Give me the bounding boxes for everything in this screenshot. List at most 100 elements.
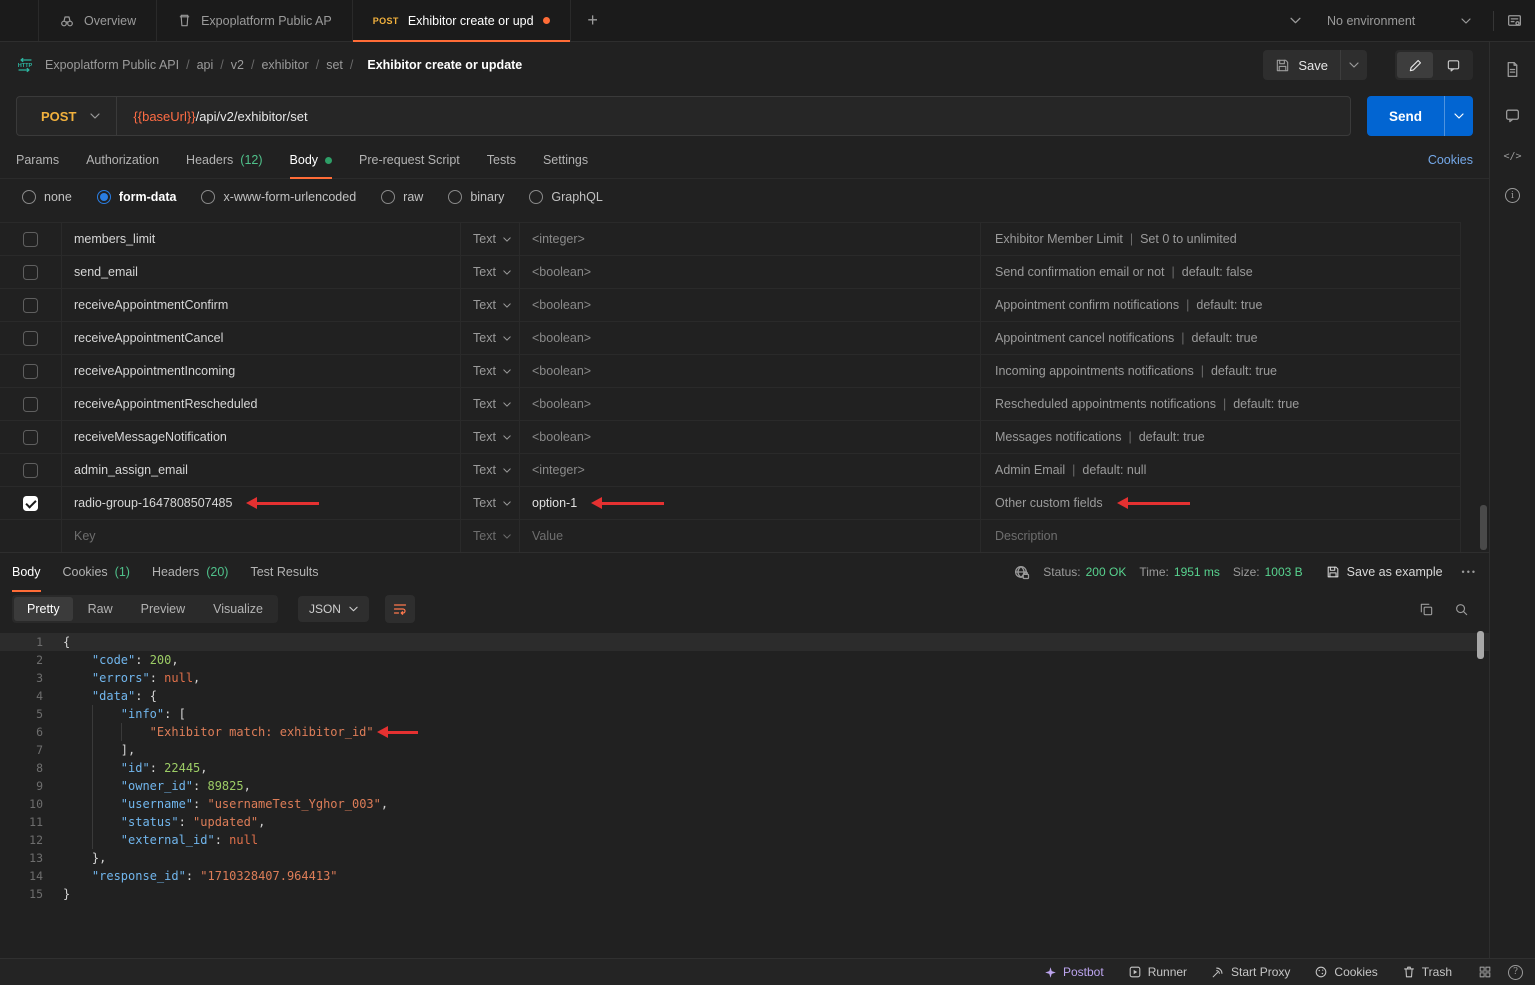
tab-overview[interactable]: Overview [38, 0, 157, 41]
collapse-chevron-icon[interactable] [1290, 17, 1301, 24]
row-value-field[interactable]: <integer> [520, 454, 981, 486]
globe-lock-icon[interactable] [1013, 564, 1030, 581]
row-checkbox[interactable] [23, 496, 38, 511]
row-value-field[interactable]: option-1 [520, 487, 981, 519]
row-checkbox[interactable] [23, 265, 38, 280]
row-description-field[interactable]: Incoming appointments notifications|defa… [981, 355, 1461, 387]
search-icon[interactable] [1454, 602, 1469, 617]
row-checkbox[interactable] [23, 232, 38, 247]
status-indicator[interactable]: Status:200 OK [1043, 565, 1126, 579]
form-data-row[interactable]: members_limit Text <integer> Exhibitor M… [0, 222, 1461, 255]
method-select-label[interactable]: POST [17, 109, 90, 124]
tab-headers[interactable]: Headers(12) [186, 142, 262, 178]
row-type-select[interactable]: Text [461, 454, 520, 486]
send-button[interactable]: Send [1367, 96, 1444, 136]
row-value-field[interactable]: <integer> [520, 223, 981, 255]
row-description-field[interactable]: Rescheduled appointments notifications|d… [981, 388, 1461, 420]
code-snippet-icon[interactable]: </> [1503, 151, 1521, 162]
row-key-field[interactable]: radio-group-1647808507485 [62, 487, 461, 519]
save-options-caret[interactable] [1340, 50, 1367, 80]
response-tab-test-results[interactable]: Test Results [250, 553, 318, 591]
row-key-field[interactable]: receiveMessageNotification [62, 421, 461, 453]
row-key-field[interactable]: receiveAppointmentConfirm [62, 289, 461, 321]
row-checkbox[interactable] [23, 298, 38, 313]
windows-grid-icon[interactable] [1478, 965, 1492, 979]
response-body-editor[interactable]: 1{2"code": 200,3"errors": null,4"data": … [0, 627, 1489, 958]
form-data-row[interactable]: receiveMessageNotification Text <boolean… [0, 420, 1461, 453]
row-type-select[interactable]: Text [461, 388, 520, 420]
start-proxy-button[interactable]: Start Proxy [1211, 965, 1290, 979]
code-scrollbar[interactable] [1477, 631, 1484, 659]
form-data-row[interactable]: admin_assign_email Text <integer> Admin … [0, 453, 1461, 486]
response-tab-headers[interactable]: Headers(20) [152, 553, 228, 591]
form-data-row[interactable]: receiveAppointmentIncoming Text <boolean… [0, 354, 1461, 387]
view-preview[interactable]: Preview [128, 597, 198, 621]
view-visualize[interactable]: Visualize [200, 597, 276, 621]
row-type-select[interactable]: Text [461, 256, 520, 288]
send-options-caret[interactable] [1444, 96, 1473, 136]
method-select-caret[interactable] [90, 113, 116, 119]
row-checkbox[interactable] [23, 430, 38, 445]
row-description-field[interactable]: Appointment cancel notifications|default… [981, 322, 1461, 354]
row-description-field[interactable]: Appointment confirm notifications|defaul… [981, 289, 1461, 321]
save-button[interactable]: Save [1263, 50, 1367, 80]
row-value-field[interactable]: <boolean> [520, 355, 981, 387]
documentation-icon[interactable] [1503, 59, 1523, 79]
body-mode-raw[interactable]: raw [381, 190, 423, 204]
format-selector[interactable]: JSON [298, 596, 369, 622]
row-type-select[interactable]: Text [461, 322, 520, 354]
response-tab-cookies[interactable]: Cookies(1) [63, 553, 130, 591]
copy-icon[interactable] [1419, 602, 1434, 617]
view-pretty[interactable]: Pretty [14, 597, 73, 621]
row-value-field[interactable]: <boolean> [520, 289, 981, 321]
response-tab-body[interactable]: Body [12, 553, 41, 591]
form-data-row[interactable]: receiveAppointmentRescheduled Text <bool… [0, 387, 1461, 420]
form-data-row[interactable]: send_email Text <boolean> Send confirmat… [0, 255, 1461, 288]
body-mode-form-data[interactable]: form-data [97, 190, 177, 204]
tab-request-active[interactable]: POST Exhibitor create or upd [353, 0, 571, 41]
tab-authorization[interactable]: Authorization [86, 142, 159, 178]
comments-icon[interactable] [1503, 105, 1523, 125]
row-type-select[interactable]: Text [461, 421, 520, 453]
save-as-example-button[interactable]: Save as example [1326, 565, 1443, 579]
tab-collection[interactable]: Expoplatform Public AP [157, 0, 353, 41]
row-key-field[interactable]: send_email [62, 256, 461, 288]
row-type-select[interactable]: Text [461, 487, 520, 519]
row-key-field[interactable]: admin_assign_email [62, 454, 461, 486]
row-description-field[interactable]: Description [981, 520, 1461, 552]
row-checkbox[interactable] [23, 331, 38, 346]
tab-params[interactable]: Params [16, 142, 59, 178]
runner-button[interactable]: Runner [1128, 965, 1187, 979]
tab-settings[interactable]: Settings [543, 142, 588, 178]
row-key-field[interactable]: receiveAppointmentRescheduled [62, 388, 461, 420]
row-value-field[interactable]: <boolean> [520, 421, 981, 453]
row-type-select[interactable]: Text [461, 289, 520, 321]
table-scrollbar[interactable] [1480, 505, 1487, 550]
time-indicator[interactable]: Time:1951 ms [1139, 565, 1220, 579]
row-value-field[interactable]: <boolean> [520, 256, 981, 288]
help-icon[interactable]: ? [1508, 965, 1523, 980]
url-input[interactable]: {{baseUrl}}/api/v2/exhibitor/set [117, 109, 307, 124]
form-data-row[interactable]: receiveAppointmentCancel Text <boolean> … [0, 321, 1461, 354]
form-data-row[interactable]: receiveAppointmentConfirm Text <boolean>… [0, 288, 1461, 321]
wrap-text-button[interactable] [385, 595, 415, 623]
row-key-field[interactable]: receiveAppointmentCancel [62, 322, 461, 354]
row-description-field[interactable]: Send confirmation email or not|default: … [981, 256, 1461, 288]
row-type-select[interactable]: Text [461, 223, 520, 255]
view-raw[interactable]: Raw [75, 597, 126, 621]
comment-button[interactable] [1435, 52, 1471, 78]
edit-button[interactable] [1397, 52, 1433, 78]
form-data-row[interactable]: radio-group-1647808507485 Text option-1 … [0, 486, 1461, 519]
row-type-select[interactable]: Text [461, 520, 520, 552]
body-mode-GraphQL[interactable]: GraphQL [529, 190, 602, 204]
environment-quick-look-icon[interactable] [1506, 12, 1523, 29]
size-indicator[interactable]: Size:1003 B [1233, 565, 1303, 579]
row-checkbox[interactable] [23, 364, 38, 379]
row-description-field[interactable]: Admin Email|default: null [981, 454, 1461, 486]
row-description-field[interactable]: Messages notifications|default: true [981, 421, 1461, 453]
info-icon[interactable]: i [1505, 188, 1520, 203]
row-value-field[interactable]: Value [520, 520, 981, 552]
cookies-button[interactable]: Cookies [1314, 965, 1377, 979]
row-description-field[interactable]: Other custom fields [981, 487, 1461, 519]
body-mode-binary[interactable]: binary [448, 190, 504, 204]
